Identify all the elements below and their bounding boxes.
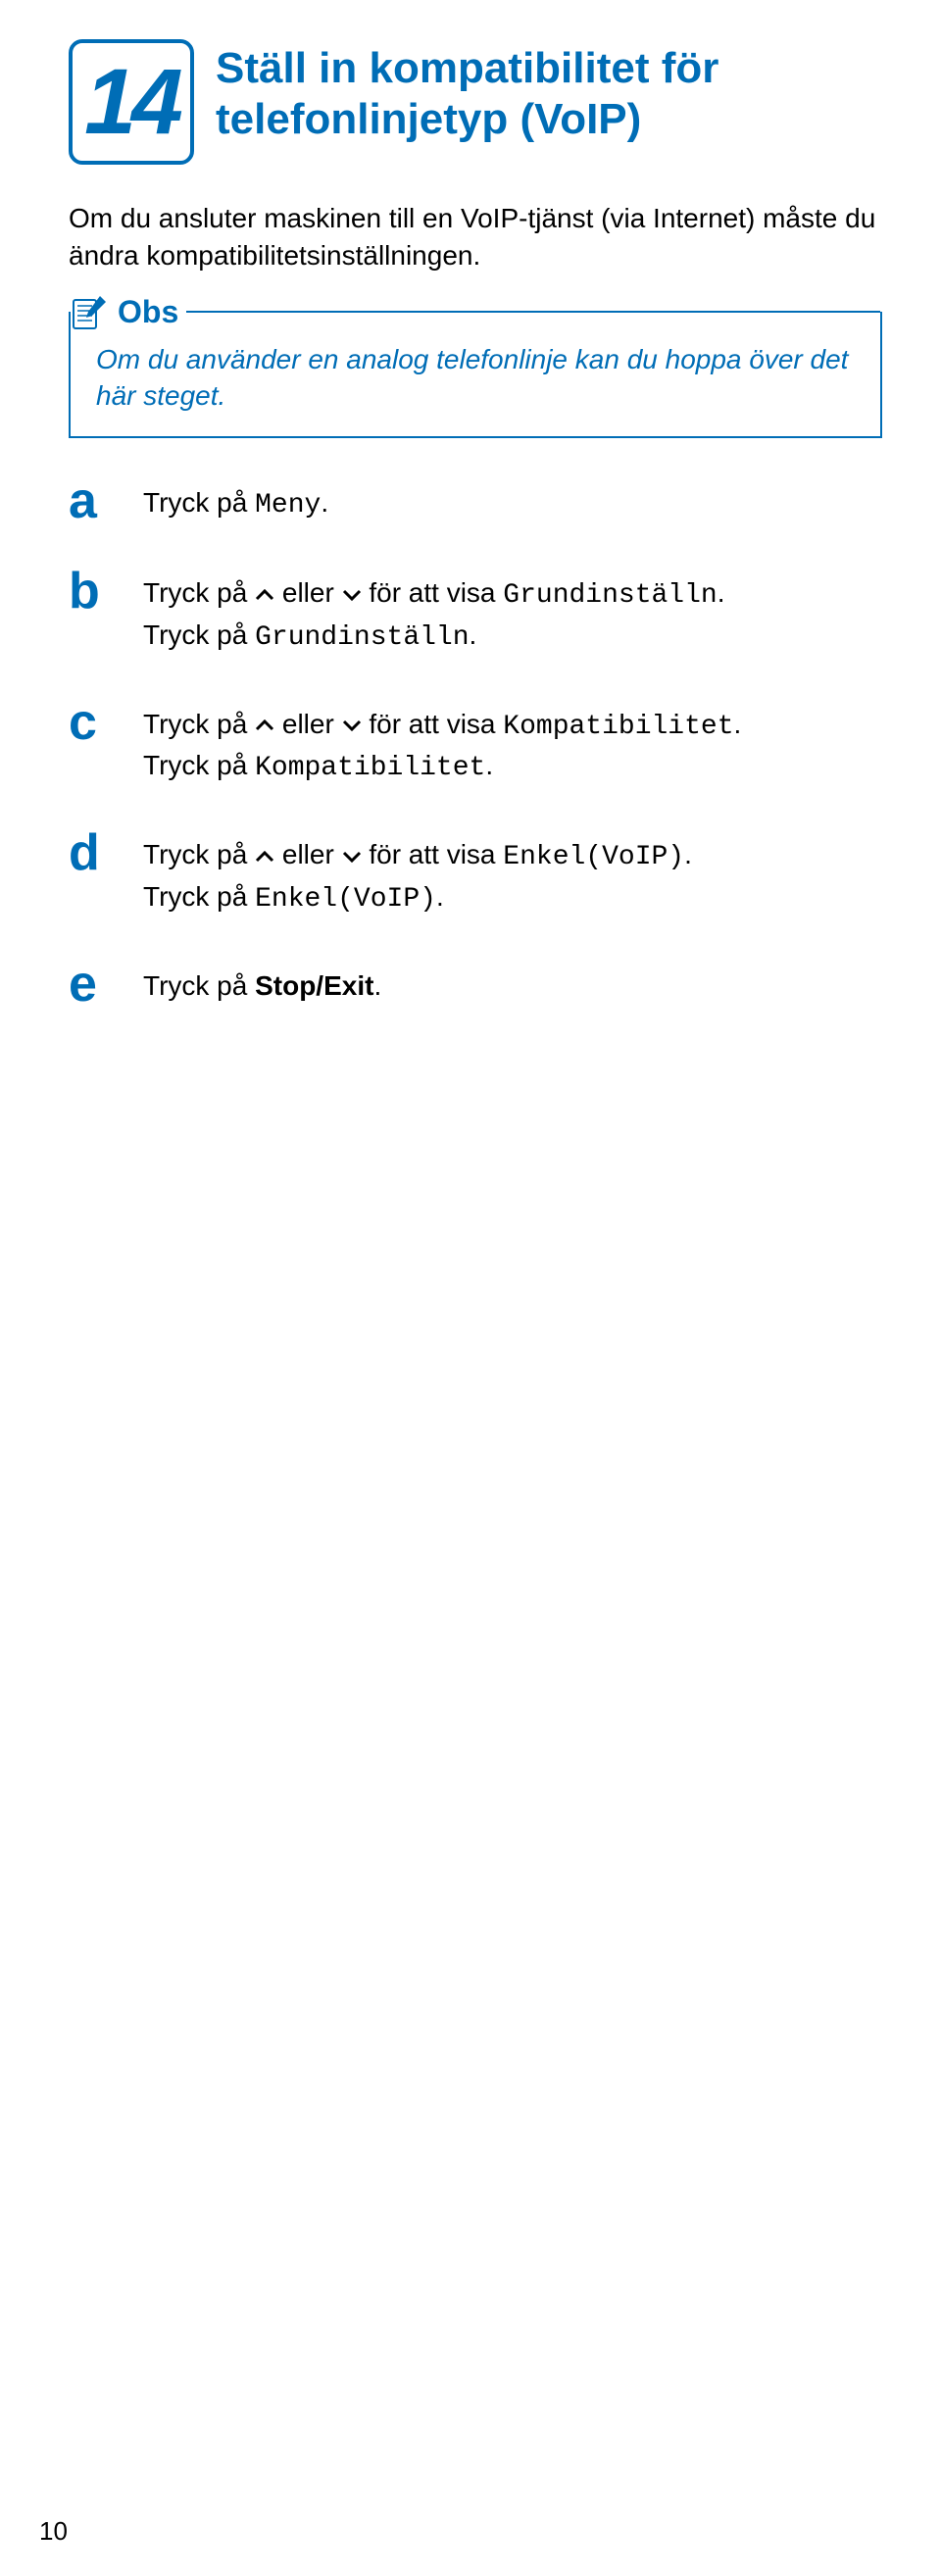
step-text-b: Tryck på eller för att visa Grundinställ… <box>143 566 882 658</box>
section-title: Ställ in kompatibilitet för telefonlinje… <box>216 39 882 145</box>
chevron-up-icon <box>255 835 274 874</box>
text: för att visa <box>362 709 504 739</box>
section-header: 14 Ställ in kompatibilitet för telefonli… <box>69 39 882 165</box>
text: för att visa <box>362 839 504 869</box>
step-number: 14 <box>84 56 178 149</box>
text: eller <box>274 577 341 608</box>
text: Tryck på <box>143 750 255 780</box>
chevron-up-icon <box>255 704 274 743</box>
text: Tryck på <box>143 709 255 739</box>
text: Tryck på <box>143 881 255 912</box>
note-pencil-icon <box>71 292 110 331</box>
text: . <box>470 619 477 650</box>
text: eller <box>274 839 341 869</box>
menu-option: Meny <box>255 490 321 520</box>
step-letter-d: d <box>69 827 143 878</box>
step-letter-a: a <box>69 475 143 526</box>
chevron-up-icon <box>255 573 274 613</box>
menu-option: Grundinställn <box>255 622 469 653</box>
step-text-d: Tryck på eller för att visa Enkel(VoIP).… <box>143 827 882 919</box>
note-rule <box>186 311 880 313</box>
step-list: a Tryck på Meny. b Tryck på eller för at… <box>69 475 882 1010</box>
page-number: 10 <box>39 2516 68 2547</box>
step-number-box: 14 <box>69 39 194 165</box>
menu-option: Enkel(VoIP) <box>255 884 436 915</box>
text: . <box>436 881 444 912</box>
text: Tryck på <box>143 577 255 608</box>
step-letter-e: e <box>69 959 143 1010</box>
text: Tryck på <box>143 970 255 1001</box>
menu-option: Grundinställn <box>503 580 717 611</box>
text: Tryck på <box>143 619 255 650</box>
document-page: 14 Ställ in kompatibilitet för telefonli… <box>0 0 941 1049</box>
text: . <box>373 970 381 1001</box>
text: eller <box>274 709 341 739</box>
menu-option: Kompatibilitet <box>255 753 485 783</box>
text: . <box>734 709 742 739</box>
text: Tryck på <box>143 487 255 518</box>
text: . <box>321 487 328 518</box>
step-text-c: Tryck på eller för att visa Kompatibilit… <box>143 697 882 789</box>
menu-option: Enkel(VoIP) <box>503 842 684 872</box>
step-letter-b: b <box>69 566 143 617</box>
menu-option: Kompatibilitet <box>503 712 733 742</box>
button-label: Stop/Exit <box>255 970 373 1001</box>
chevron-down-icon <box>342 704 362 743</box>
intro-paragraph: Om du ansluter maskinen till en VoIP-tjä… <box>69 200 882 274</box>
note-block: Obs Om du använder en analog telefonlinj… <box>69 312 882 439</box>
text: . <box>718 577 725 608</box>
chevron-down-icon <box>342 835 362 874</box>
note-header: Obs <box>71 292 880 331</box>
note-frame: Obs Om du använder en analog telefonlinj… <box>69 312 882 439</box>
step-letter-c: c <box>69 697 143 748</box>
chevron-down-icon <box>342 573 362 613</box>
step-text-a: Tryck på Meny. <box>143 475 882 525</box>
text: Tryck på <box>143 839 255 869</box>
text: . <box>684 839 692 869</box>
note-body: Om du använder en analog telefonlinje ka… <box>96 341 855 416</box>
text: för att visa <box>362 577 504 608</box>
note-label: Obs <box>110 292 186 331</box>
text: . <box>485 750 493 780</box>
step-text-e: Tryck på Stop/Exit. <box>143 959 882 1006</box>
